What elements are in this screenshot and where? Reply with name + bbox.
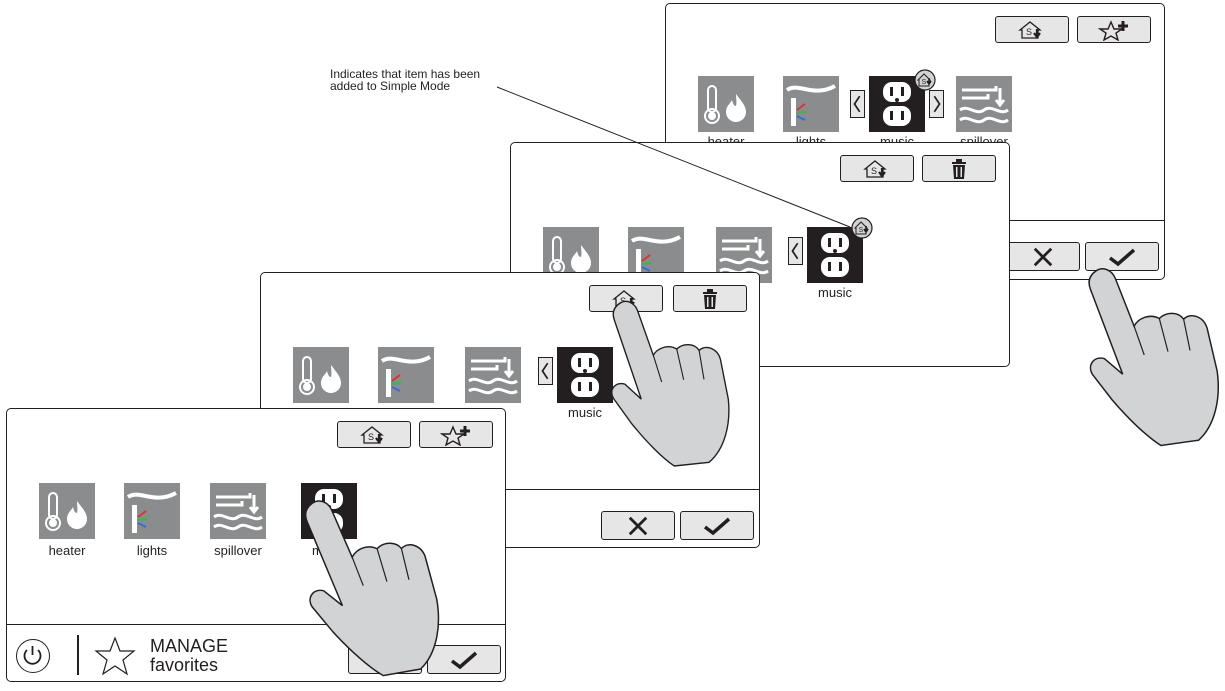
footer-separator: [77, 635, 79, 675]
hand-pointer-icon: [599, 287, 737, 474]
heater-tile[interactable]: [39, 483, 95, 539]
heater-tile[interactable]: [293, 347, 349, 403]
simple-mode-icon: [359, 425, 389, 445]
x-icon: [627, 515, 649, 537]
star-plus-icon: [439, 424, 473, 446]
simple-mode-badge-icon: [914, 69, 936, 91]
spillover-tile[interactable]: [956, 76, 1012, 132]
power-button[interactable]: [16, 639, 50, 673]
cancel-button[interactable]: [601, 511, 675, 540]
add-favorite-button[interactable]: [419, 421, 493, 448]
add-favorite-button[interactable]: [1077, 16, 1151, 43]
star-plus-icon: [1097, 19, 1131, 41]
lights-icon: [378, 347, 434, 403]
footer-title-line1: MANAGE: [150, 636, 229, 656]
lights-label: lights: [136, 543, 168, 558]
lights-icon: [124, 483, 180, 539]
check-icon: [702, 516, 732, 536]
chevron-left-icon: [539, 357, 552, 385]
spillover-tile[interactable]: [210, 483, 266, 539]
spillover-tile[interactable]: [465, 347, 521, 403]
check-icon: [449, 650, 479, 670]
lights-tile[interactable]: [783, 76, 839, 132]
lights-tile[interactable]: [124, 483, 180, 539]
move-right-button[interactable]: [929, 90, 944, 118]
music-label: music: [818, 285, 852, 300]
star-outline-icon: [94, 636, 136, 676]
chevron-right-icon: [930, 90, 943, 118]
spillover-icon: [956, 76, 1012, 132]
heater-label: heater: [48, 543, 86, 558]
power-icon: [23, 646, 42, 665]
x-icon: [1032, 246, 1054, 268]
hand-pointer-icon: [1073, 250, 1225, 456]
simple-mode-button[interactable]: [840, 155, 914, 182]
delete-button[interactable]: [922, 155, 996, 182]
spillover-icon: [465, 347, 521, 403]
spillover-icon: [210, 483, 266, 539]
lights-icon: [783, 76, 839, 132]
simple-mode-button[interactable]: [995, 16, 1069, 43]
heater-icon: [293, 347, 349, 403]
confirm-button[interactable]: [680, 511, 754, 540]
trash-icon: [949, 158, 969, 180]
heater-icon: [698, 76, 754, 132]
heater-icon: [39, 483, 95, 539]
cancel-button[interactable]: [1006, 242, 1080, 271]
spillover-label: spillover: [214, 543, 262, 558]
move-left-button[interactable]: [538, 357, 553, 385]
chevron-left-icon: [851, 90, 864, 118]
footer-title-line2: favorites: [150, 655, 219, 675]
simple-mode-badge-icon: [851, 217, 873, 239]
simple-mode-icon: [862, 159, 892, 179]
annotation-line2: added to Simple Mode: [330, 79, 451, 93]
heater-tile[interactable]: [698, 76, 754, 132]
simple-mode-icon: [1017, 20, 1047, 40]
simple-mode-button[interactable]: [337, 421, 411, 448]
lights-tile[interactable]: [378, 347, 434, 403]
chevron-left-icon: [789, 237, 802, 265]
move-left-button[interactable]: [850, 90, 865, 118]
move-left-button[interactable]: [788, 237, 803, 265]
